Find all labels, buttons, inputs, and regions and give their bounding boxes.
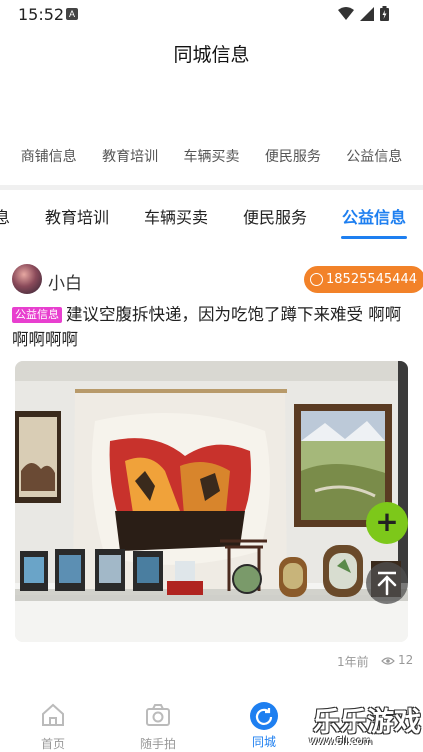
- tab-shop-partial[interactable]: 息: [0, 204, 10, 228]
- category-tab-bar[interactable]: 息 教育培训 车辆买卖 便民服务 公益信息: [0, 190, 423, 242]
- tab-vehicle[interactable]: 车辆买卖: [144, 204, 208, 228]
- camera-icon: [146, 704, 170, 726]
- top-tab-education[interactable]: 教育培训: [102, 146, 158, 166]
- phone-number: 18525545444: [326, 272, 417, 287]
- category-tag: 公益信息: [12, 307, 62, 323]
- top-tab-service[interactable]: 便民服务: [265, 146, 321, 166]
- top-tab-shop[interactable]: 商铺信息: [21, 146, 77, 166]
- post-text: 建议空腹拆快递，因为吃饱了蹲下来难受 啊啊啊啊啊啊: [12, 305, 402, 349]
- top-tab-charity[interactable]: 公益信息: [346, 146, 402, 166]
- nav-camera[interactable]: 随手拍: [118, 702, 198, 752]
- nav-home[interactable]: 首页: [13, 702, 93, 752]
- notification-icon: A: [66, 8, 78, 20]
- active-tab-indicator: [341, 236, 407, 239]
- signal-icon: [360, 6, 374, 21]
- post-image[interactable]: [15, 361, 408, 642]
- page-title: 同城信息: [173, 44, 250, 66]
- watermark-text: 乐乐游戏: [313, 707, 421, 738]
- nav-local-label: 同城: [251, 735, 276, 749]
- status-icons: [338, 6, 389, 21]
- phone-button[interactable]: 18525545444: [304, 266, 423, 293]
- nav-local[interactable]: 同城: [224, 702, 304, 750]
- post-content[interactable]: 公益信息 建议空腹拆快递，因为吃饱了蹲下来难受 啊啊啊啊啊啊: [12, 302, 412, 352]
- user-name[interactable]: 小白: [48, 269, 82, 294]
- tab-service[interactable]: 便民服务: [243, 204, 307, 228]
- arrow-up-icon: [377, 571, 397, 596]
- refresh-icon: [250, 702, 278, 730]
- add-post-button[interactable]: +: [366, 502, 408, 544]
- top-tab-vehicle[interactable]: 车辆买卖: [183, 146, 239, 166]
- avatar[interactable]: [12, 264, 42, 294]
- status-bar: 15:52 A: [0, 0, 423, 28]
- view-count: 12: [398, 653, 414, 667]
- watermark-url: www.6ll.com: [309, 736, 373, 747]
- wifi-icon: [338, 6, 354, 20]
- status-time: 15:52: [18, 5, 65, 24]
- nav-camera-label: 随手拍: [139, 737, 176, 751]
- battery-icon: [380, 6, 389, 21]
- scroll-to-top-button[interactable]: [366, 562, 408, 604]
- top-category-tabs: 商铺信息 教育培训 车辆买卖 便民服务 公益信息: [0, 146, 423, 166]
- post-time: 1年前: [337, 655, 369, 669]
- tab-charity[interactable]: 公益信息: [342, 204, 406, 228]
- eye-icon: [381, 657, 395, 665]
- phone-icon: [310, 273, 323, 286]
- tab-education[interactable]: 教育培训: [45, 204, 109, 228]
- nav-home-label: 首页: [40, 737, 65, 751]
- home-icon: [42, 703, 64, 726]
- watermark-logo: 乐乐游戏 www.6ll.com: [305, 700, 423, 750]
